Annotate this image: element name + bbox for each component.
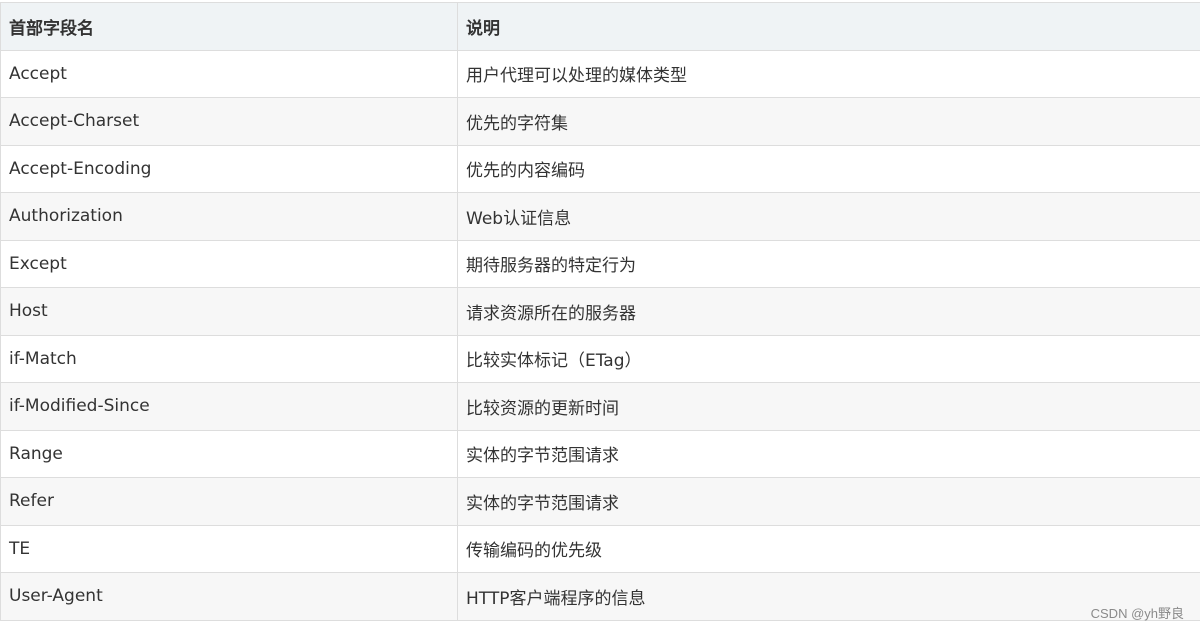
- field-name-cell: Accept: [0, 49, 458, 98]
- table-row: Refer 实体的字节范围请求: [0, 477, 1200, 526]
- table-row: Accept-Charset 优先的字符集: [0, 97, 1200, 146]
- table-row: Accept 用户代理可以处理的媒体类型: [0, 49, 1200, 98]
- table-row: Authorization Web认证信息: [0, 192, 1200, 241]
- description-cell: 期待服务器的特定行为: [457, 239, 1200, 288]
- field-name-cell: Refer: [0, 477, 458, 526]
- column-header-field-name: 首部字段名: [0, 2, 458, 51]
- table-row: Range 实体的字节范围请求: [0, 429, 1200, 478]
- table-row: Except 期待服务器的特定行为: [0, 239, 1200, 288]
- field-name-cell: Accept-Encoding: [0, 144, 458, 193]
- column-header-description: 说明: [457, 2, 1200, 51]
- description-cell: HTTP客户端程序的信息: [457, 572, 1200, 621]
- description-cell: 用户代理可以处理的媒体类型: [457, 49, 1200, 98]
- description-cell: 传输编码的优先级: [457, 524, 1200, 573]
- description-cell: 比较实体标记（ETag）: [457, 334, 1200, 383]
- field-name-cell: if-Match: [0, 334, 458, 383]
- field-name-cell: TE: [0, 524, 458, 573]
- description-cell: 比较资源的更新时间: [457, 382, 1200, 431]
- description-cell: 请求资源所在的服务器: [457, 287, 1200, 336]
- field-name-cell: Except: [0, 239, 458, 288]
- field-name-cell: Authorization: [0, 192, 458, 241]
- header-fields-table: 首部字段名 说明 Accept 用户代理可以处理的媒体类型 Accept-Cha…: [0, 2, 1200, 621]
- table-row: TE 传输编码的优先级: [0, 524, 1200, 573]
- description-cell: 实体的字节范围请求: [457, 429, 1200, 478]
- description-cell: 实体的字节范围请求: [457, 477, 1200, 526]
- table-row: Accept-Encoding 优先的内容编码: [0, 144, 1200, 193]
- field-name-cell: Range: [0, 429, 458, 478]
- table-row: if-Modified-Since 比较资源的更新时间: [0, 382, 1200, 431]
- table-row: User-Agent HTTP客户端程序的信息: [0, 572, 1200, 621]
- table-row: Host 请求资源所在的服务器: [0, 287, 1200, 336]
- description-cell: 优先的内容编码: [457, 144, 1200, 193]
- field-name-cell: User-Agent: [0, 572, 458, 621]
- description-cell: Web认证信息: [457, 192, 1200, 241]
- table-row: if-Match 比较实体标记（ETag）: [0, 334, 1200, 383]
- field-name-cell: Accept-Charset: [0, 97, 458, 146]
- field-name-cell: Host: [0, 287, 458, 336]
- table-header-row: 首部字段名 说明: [0, 2, 1200, 51]
- field-name-cell: if-Modified-Since: [0, 382, 458, 431]
- description-cell: 优先的字符集: [457, 97, 1200, 146]
- watermark: CSDN @yh野良: [1090, 606, 1184, 621]
